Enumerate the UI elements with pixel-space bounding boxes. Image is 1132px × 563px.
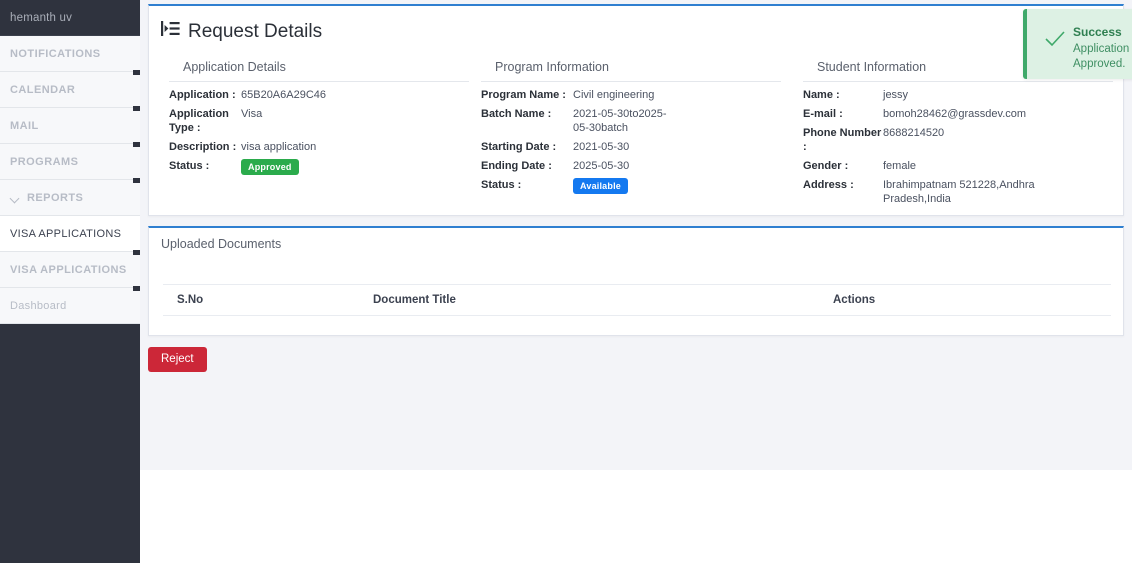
field-value: Visa — [241, 108, 263, 120]
field-program-name: Program Name : Civil engineering — [481, 88, 781, 102]
column-header-actions: Actions — [833, 284, 1111, 316]
sidebar-item-notifications[interactable]: NOTIFICATIONS — [0, 36, 140, 72]
app-root: hemanth uv NOTIFICATIONS CALENDAR MAIL P… — [0, 0, 1132, 563]
field-label: Status : — [169, 160, 210, 172]
program-information-section: Program Information Program Name : Civil… — [481, 60, 781, 199]
edge-notch — [133, 286, 140, 291]
field-phone-number: Phone Number : 8688214520 — [803, 126, 1113, 154]
column-header-sno: S.No — [163, 284, 373, 316]
reject-button[interactable]: Reject — [148, 347, 207, 372]
field-value: Civil engineering — [573, 89, 655, 101]
sidebar-item-dashboard[interactable]: Dashboard — [0, 286, 140, 324]
field-label: E-mail : — [803, 108, 843, 120]
field-label: Batch Name : — [481, 108, 552, 120]
field-value: 65B20A6A29C46 — [241, 89, 327, 101]
sidebar-item-calendar[interactable]: CALENDAR — [0, 70, 140, 108]
field-value: jessy — [883, 89, 909, 101]
field-value: 8688214520 — [883, 127, 945, 139]
edge-notch — [133, 250, 140, 255]
page-title: Request Details — [161, 20, 322, 43]
sidebar-item-label: PROGRAMS — [10, 155, 79, 168]
field-label: Description : — [169, 141, 237, 153]
sidebar-nav: NOTIFICATIONS CALENDAR MAIL PROGRAMS REP… — [0, 36, 140, 324]
edge-notch — [133, 178, 140, 183]
field-name: Name : jessy — [803, 88, 1113, 102]
field-label: Phone Number : — [803, 127, 882, 153]
toast-message: Application was successfully Approved. — [1073, 43, 1132, 70]
field-value: bomoh28462@grassdev.com — [883, 108, 1027, 120]
student-information-section: Student Information Name : jessy E-mail … — [803, 60, 1113, 211]
field-label: Program Name : — [481, 89, 566, 101]
main-area: Request Details Application Details Appl… — [140, 0, 1132, 563]
field-batch-name: Batch Name : 2021-05-30to2025-05-30batch — [481, 107, 781, 135]
section-heading: Application Details — [169, 60, 469, 82]
field-address: Address : Ibrahimpatnam 521228,Andhra Pr… — [803, 178, 1113, 206]
field-value: 2021-05-30to2025-05-30batch — [573, 108, 667, 134]
field-program-status: Status : Available — [481, 178, 781, 194]
sidebar-item-label: REPORTS — [27, 191, 84, 204]
field-application-status: Status : Approved — [169, 159, 469, 175]
sidebar-item-label: VISA APPLICATIONS — [10, 263, 127, 276]
field-label: Starting Date : — [481, 141, 557, 153]
status-badge: Available — [573, 178, 628, 194]
field-ending-date: Ending Date : 2025-05-30 — [481, 159, 781, 173]
table-spacer-row — [163, 262, 1111, 285]
sidebar-item-mail[interactable]: MAIL — [0, 106, 140, 144]
field-label: Gender : — [803, 160, 849, 172]
sidebar-item-visa-applications-active[interactable]: VISA APPLICATIONS — [0, 216, 140, 252]
field-value: 2021-05-30 — [573, 141, 630, 153]
section-heading: Program Information — [481, 60, 781, 82]
uploaded-documents-card: Uploaded Documents S.No Document Title A… — [148, 226, 1124, 336]
uploaded-documents-table: S.No Document Title Actions — [163, 262, 1111, 316]
field-application-type: Application Type : Visa — [169, 107, 469, 135]
toast-title: Success — [1073, 25, 1122, 39]
page-title-text: Request Details — [188, 20, 323, 42]
field-label: Application : — [169, 89, 236, 101]
list-details-icon — [161, 20, 180, 43]
edge-notch — [133, 142, 140, 147]
status-badge: Approved — [241, 159, 299, 175]
sidebar-item-label: MAIL — [10, 119, 39, 132]
field-value: visa application — [241, 141, 317, 153]
column-header-document-title: Document Title — [373, 284, 833, 316]
success-toast: Success Application was successfully App… — [1023, 9, 1132, 79]
edge-notch — [133, 106, 140, 111]
sidebar-item-label: Dashboard — [10, 299, 67, 312]
sidebar: hemanth uv NOTIFICATIONS CALENDAR MAIL P… — [0, 0, 140, 563]
field-label: Name : — [803, 89, 840, 101]
sidebar-item-label: NOTIFICATIONS — [10, 47, 101, 60]
field-label: Status : — [481, 179, 522, 191]
sidebar-item-label: VISA APPLICATIONS — [10, 227, 122, 240]
check-icon — [1045, 31, 1065, 52]
table-header-row: S.No Document Title Actions — [163, 284, 1111, 316]
field-value: 2025-05-30 — [573, 160, 630, 172]
sidebar-item-programs[interactable]: PROGRAMS — [0, 142, 140, 180]
sidebar-item-visa-applications[interactable]: VISA APPLICATIONS — [0, 250, 140, 288]
sidebar-item-label: CALENDAR — [10, 83, 76, 96]
field-application: Application : 65B20A6A29C46 — [169, 88, 469, 102]
field-label: Application Type : — [169, 108, 229, 134]
field-label: Ending Date : — [481, 160, 552, 172]
field-value: female — [883, 160, 917, 172]
field-description: Description : visa application — [169, 140, 469, 154]
chevron-down-icon — [10, 192, 21, 203]
application-details-section: Application Details Application : 65B20A… — [169, 60, 469, 180]
uploaded-documents-heading: Uploaded Documents — [161, 237, 282, 251]
field-value: Ibrahimpatnam 521228,Andhra Pradesh,Indi… — [883, 179, 1035, 205]
field-starting-date: Starting Date : 2021-05-30 — [481, 140, 781, 154]
field-gender: Gender : female — [803, 159, 1113, 173]
sidebar-item-reports[interactable]: REPORTS — [0, 178, 140, 216]
sidebar-user-label: hemanth uv — [0, 0, 140, 36]
field-label: Address : — [803, 179, 854, 191]
field-email: E-mail : bomoh28462@grassdev.com — [803, 107, 1113, 121]
request-details-card: Request Details Application Details Appl… — [148, 4, 1124, 216]
edge-notch — [133, 70, 140, 75]
